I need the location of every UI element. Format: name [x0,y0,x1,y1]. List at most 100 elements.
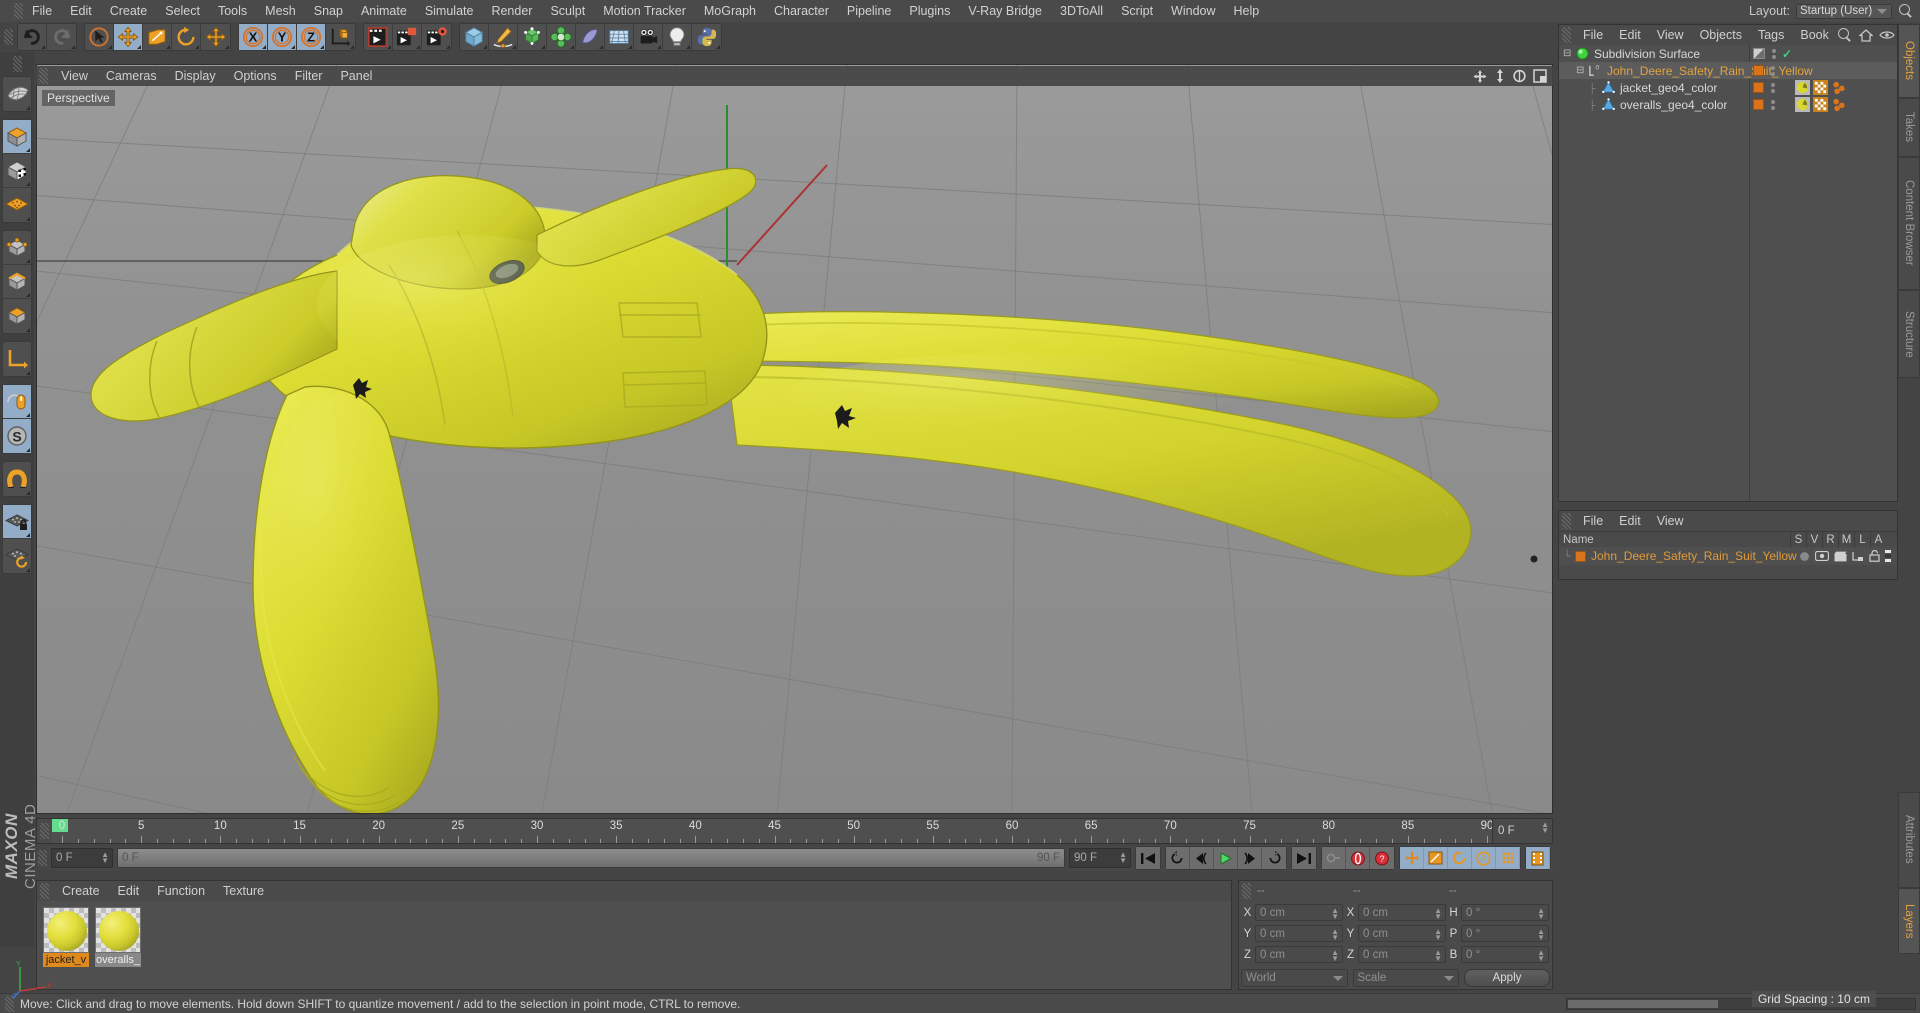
move-button[interactable] [114,24,143,50]
toolbar-grip[interactable] [4,29,13,45]
menu-item-file[interactable]: File [23,0,61,22]
material-menu-function[interactable]: Function [148,884,214,898]
axis-y-button[interactable]: Y [268,24,297,50]
object-row[interactable]: ⊟ 0 John_Deere_Safety_Rain_Suit_Yellow [1559,62,1897,79]
key-scale-icon[interactable] [1424,847,1448,869]
coord-field-rot-2[interactable]: 0 ° ▲ ▼ [1461,946,1549,963]
rotate-button[interactable] [172,24,201,50]
home-icon[interactable] [1858,28,1873,42]
end-frame-input[interactable]: 90 F ▲ ▼ [1069,848,1131,868]
selection-tag-icon[interactable] [1831,97,1847,112]
enabled-check-icon[interactable]: ✓ [1782,47,1792,61]
edges-mode-button[interactable] [3,265,31,299]
axis-z-button[interactable]: Z [297,24,326,50]
coordinates-grip[interactable] [1242,883,1251,899]
layer-column-s[interactable]: S [1790,531,1806,548]
material-menu-create[interactable]: Create [53,884,109,898]
layer-column-a[interactable]: A [1870,531,1886,548]
object-menu-edit[interactable]: Edit [1611,28,1649,42]
viewport-menu-panel[interactable]: Panel [331,66,381,86]
render-clapper-icon[interactable] [1834,551,1847,562]
goto-end-icon[interactable] [1292,847,1316,869]
menu-item-window[interactable]: Window [1162,0,1224,22]
layer-manager-grip[interactable] [1562,513,1571,529]
coord-field-rot-0[interactable]: 0 ° ▲ ▼ [1461,904,1549,921]
pan-icon[interactable] [1472,69,1488,83]
model-mode-button[interactable] [3,120,31,154]
spinner-icon[interactable]: ▲ ▼ [1541,821,1549,835]
material-sphere-icon[interactable] [43,907,89,953]
dock-tab-structure[interactable]: Structure [1898,289,1920,379]
spinner-icon[interactable]: ▲ ▼ [1434,949,1442,963]
play-back-loop-icon[interactable] [1166,847,1190,869]
layer-color-swatch[interactable] [1753,82,1764,93]
texture-mode-button[interactable] [3,154,31,188]
transport-grip[interactable] [38,850,47,866]
points-mode-button[interactable] [3,231,31,265]
undo-button[interactable] [18,24,47,50]
select-cursor-button[interactable] [85,24,114,50]
loop-icon[interactable] [1262,847,1286,869]
layer-column-l[interactable]: L [1854,531,1870,548]
dock-tab-takes[interactable]: Takes [1898,97,1920,157]
autokey-icon[interactable] [1322,847,1346,869]
material-menu-texture[interactable]: Texture [214,884,273,898]
snap-s-button[interactable]: S [3,419,31,453]
left-toolbar-grip[interactable] [12,56,22,72]
layer-color-swatch[interactable] [1753,99,1764,110]
menu-item-v-ray-bridge[interactable]: V-Ray Bridge [959,0,1051,22]
coord-field-size-0[interactable]: 0 cm ▲ ▼ [1358,904,1446,921]
scale-button[interactable] [143,24,172,50]
layer-color-swatch[interactable] [1575,550,1586,562]
deformer-button[interactable] [547,24,576,50]
expand-toggle-icon[interactable]: ⊟ [1576,65,1586,76]
menu-item-pipeline[interactable]: Pipeline [838,0,900,22]
animation-icon[interactable] [1885,550,1891,562]
dock-tab-content-browser[interactable]: Content Browser [1898,156,1920,290]
layer-column-v[interactable]: V [1806,531,1822,548]
spinner-icon[interactable]: ▲ ▼ [1331,949,1339,963]
coord-field-pos-1[interactable]: 0 cm ▲ ▼ [1255,925,1343,942]
material-list[interactable]: jacket_v overalls_ [37,901,1231,989]
light-button[interactable] [663,24,692,50]
object-menu-file[interactable]: File [1575,28,1611,42]
world-coords-button[interactable] [326,24,355,50]
menu-item-script[interactable]: Script [1112,0,1162,22]
expand-toggle-icon[interactable]: ⊟ [1563,48,1573,59]
menu-item-help[interactable]: Help [1225,0,1269,22]
coordinate-system-dropdown[interactable]: World [1241,969,1348,987]
spinner-icon[interactable]: ▲ ▼ [1331,907,1339,921]
redo-button[interactable] [47,24,76,50]
viewport-menu-cameras[interactable]: Cameras [97,66,166,86]
goto-start-icon[interactable] [1136,847,1160,869]
material-menu-grip[interactable] [40,883,49,899]
menubar-grip[interactable] [14,3,23,19]
viewport-menu-options[interactable]: Options [225,66,286,86]
layer-column-r[interactable]: R [1822,531,1838,548]
magnet-button[interactable] [3,462,31,496]
object-tree[interactable]: ⊟ Subdivision Surface ✓ ⊟ 0 John_Deere_Safety… [1559,45,1897,501]
spinner-icon[interactable]: ▲ ▼ [1119,851,1127,865]
menu-item-mesh[interactable]: Mesh [256,0,305,22]
menu-item-snap[interactable]: Snap [305,0,352,22]
dock-tab-objects[interactable]: Objects [1898,24,1920,98]
menu-item-select[interactable]: Select [156,0,209,22]
spinner-icon[interactable]: ▲ ▼ [1537,949,1545,963]
menu-item-character[interactable]: Character [765,0,838,22]
solo-dot-icon[interactable] [1799,551,1810,562]
move-dup-button[interactable] [201,24,230,50]
polygons-mode-button[interactable] [3,299,31,333]
timeline-grip[interactable] [40,823,49,839]
preview-range-slider[interactable]: 0 F 90 F [117,848,1065,868]
menu-item-motion-tracker[interactable]: Motion Tracker [594,0,695,22]
workplane-button[interactable] [3,188,31,222]
material-tag-icon[interactable] [1795,97,1810,112]
layer-column-m[interactable]: M [1838,531,1854,548]
menu-item-simulate[interactable]: Simulate [416,0,483,22]
render-view-button[interactable] [364,24,393,50]
key-position-icon[interactable] [1400,847,1424,869]
timeline-toggle-icon[interactable] [1526,847,1550,869]
visibility-dots-icon[interactable] [1771,65,1775,76]
key-pla-icon[interactable] [1496,847,1520,869]
search-icon[interactable] [1837,27,1853,43]
